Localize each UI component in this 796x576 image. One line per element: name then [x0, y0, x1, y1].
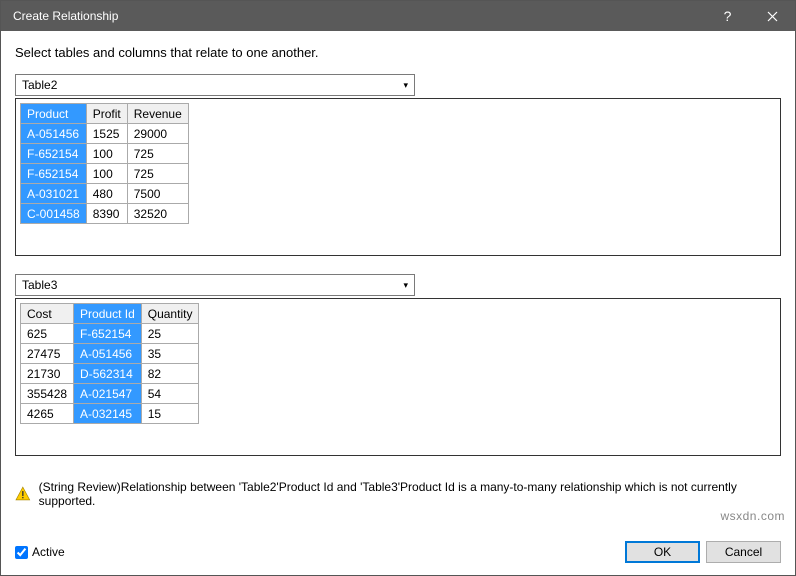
secondary-columns-table[interactable]: CostProduct IdQuantity625F-6521542527475…	[20, 303, 199, 424]
close-icon	[767, 11, 778, 22]
column-header[interactable]: Cost	[21, 304, 74, 324]
active-checkbox[interactable]	[15, 546, 28, 559]
warning-row: (String Review)Relationship between 'Tab…	[1, 474, 795, 514]
table-cell[interactable]: 725	[127, 144, 188, 164]
table-cell[interactable]: A-051456	[74, 344, 142, 364]
window-title: Create Relationship	[13, 9, 705, 23]
table-cell[interactable]: 15	[141, 404, 199, 424]
ok-button[interactable]: OK	[625, 541, 700, 563]
table-cell[interactable]: 54	[141, 384, 199, 404]
table-cell[interactable]: A-021547	[74, 384, 142, 404]
table-cell[interactable]: 100	[86, 164, 127, 184]
table-cell[interactable]: 7500	[127, 184, 188, 204]
watermark: wsxdn.com	[720, 509, 785, 523]
table-cell[interactable]: A-031021	[21, 184, 87, 204]
secondary-table-value: Table3	[22, 278, 57, 292]
secondary-table-panel: CostProduct IdQuantity625F-6521542527475…	[15, 298, 781, 456]
primary-columns-table[interactable]: ProductProfitRevenueA-051456152529000F-6…	[20, 103, 189, 224]
table-cell[interactable]: F-652154	[74, 324, 142, 344]
primary-table-value: Table2	[22, 78, 57, 92]
table-cell[interactable]: 35	[141, 344, 199, 364]
table-row[interactable]: A-051456152529000	[21, 124, 189, 144]
table-cell[interactable]: F-652154	[21, 144, 87, 164]
dialog-content: Select tables and columns that relate to…	[1, 31, 795, 456]
table-cell[interactable]: 8390	[86, 204, 127, 224]
table-cell[interactable]: 100	[86, 144, 127, 164]
table-row[interactable]: 4265A-03214515	[21, 404, 199, 424]
table-cell[interactable]: 25	[141, 324, 199, 344]
warning-icon	[15, 486, 31, 502]
table-row[interactable]: 625F-65215425	[21, 324, 199, 344]
chevron-down-icon: ▾	[403, 80, 408, 91]
table-row[interactable]: F-652154100725	[21, 164, 189, 184]
dialog-footer: Active OK Cancel	[1, 531, 795, 575]
table-cell[interactable]: A-051456	[21, 124, 87, 144]
active-label: Active	[32, 545, 65, 559]
table-cell[interactable]: 625	[21, 324, 74, 344]
table-cell[interactable]: 29000	[127, 124, 188, 144]
table-row[interactable]: A-0310214807500	[21, 184, 189, 204]
column-header[interactable]: Profit	[86, 104, 127, 124]
table-row[interactable]: F-652154100725	[21, 144, 189, 164]
table-cell[interactable]: 725	[127, 164, 188, 184]
column-header[interactable]: Product	[21, 104, 87, 124]
table-row[interactable]: 27475A-05145635	[21, 344, 199, 364]
secondary-table-dropdown[interactable]: Table3 ▾	[15, 274, 415, 296]
table-row[interactable]: 21730D-56231482	[21, 364, 199, 384]
titlebar: Create Relationship ?	[1, 1, 795, 31]
table-cell[interactable]: D-562314	[74, 364, 142, 384]
primary-table-panel: ProductProfitRevenueA-051456152529000F-6…	[15, 98, 781, 256]
column-header[interactable]: Quantity	[141, 304, 199, 324]
table-row[interactable]: 355428A-02154754	[21, 384, 199, 404]
instruction-text: Select tables and columns that relate to…	[15, 45, 781, 60]
primary-table-dropdown[interactable]: Table2 ▾	[15, 74, 415, 96]
active-checkbox-wrap[interactable]: Active	[15, 545, 65, 559]
table-cell[interactable]: 480	[86, 184, 127, 204]
column-header[interactable]: Product Id	[74, 304, 142, 324]
table-cell[interactable]: 27475	[21, 344, 74, 364]
cancel-button[interactable]: Cancel	[706, 541, 781, 563]
table-cell[interactable]: 1525	[86, 124, 127, 144]
chevron-down-icon: ▾	[403, 280, 408, 291]
table-cell[interactable]: C-001458	[21, 204, 87, 224]
table-cell[interactable]: 355428	[21, 384, 74, 404]
table-cell[interactable]: 82	[141, 364, 199, 384]
table-cell[interactable]: A-032145	[74, 404, 142, 424]
column-header[interactable]: Revenue	[127, 104, 188, 124]
help-button[interactable]: ?	[705, 1, 750, 31]
table-cell[interactable]: 4265	[21, 404, 74, 424]
warning-text: (String Review)Relationship between 'Tab…	[39, 480, 781, 508]
table-cell[interactable]: F-652154	[21, 164, 87, 184]
table-cell[interactable]: 21730	[21, 364, 74, 384]
close-button[interactable]	[750, 1, 795, 31]
table-cell[interactable]: 32520	[127, 204, 188, 224]
table-row[interactable]: C-001458839032520	[21, 204, 189, 224]
